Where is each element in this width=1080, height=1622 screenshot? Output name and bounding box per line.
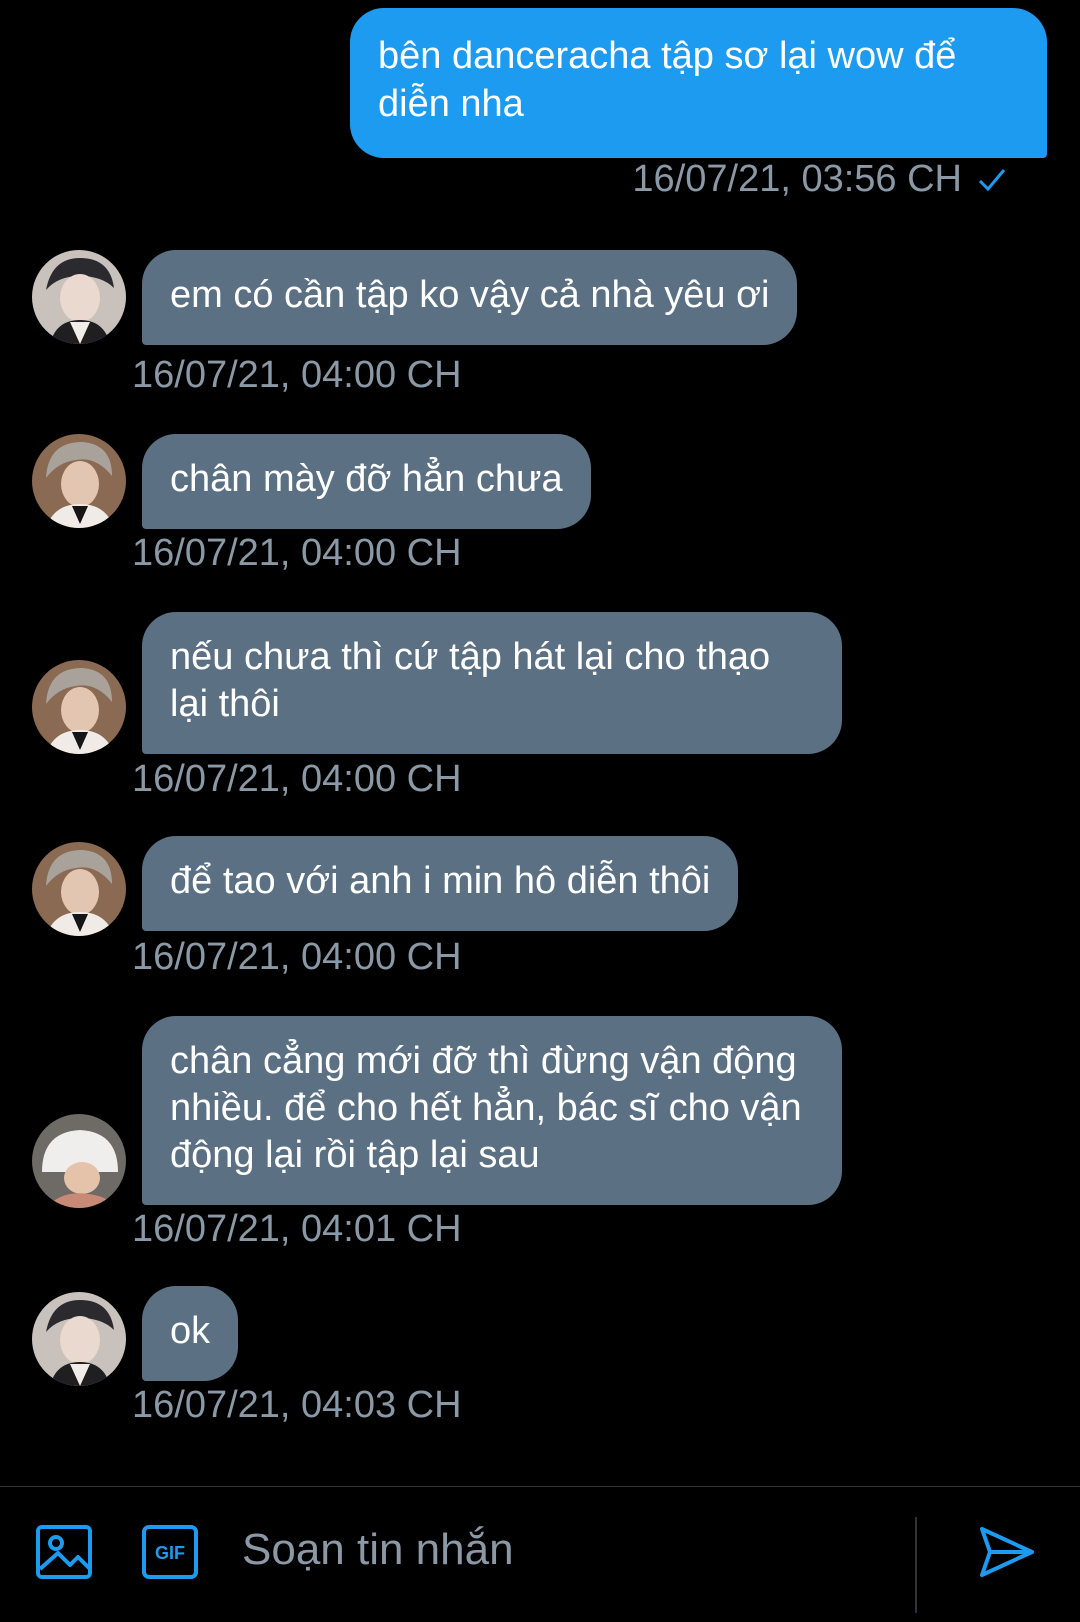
image-icon[interactable] <box>34 1521 96 1583</box>
incoming-bubble[interactable]: ok <box>142 1286 239 1381</box>
dm-conversation-screen: bên danceracha tập sơ lại wow để diễn nh… <box>0 0 1080 1622</box>
avatar[interactable] <box>32 434 126 528</box>
message-composer: GIF Soạn tin nhắn <box>0 1486 1080 1622</box>
incoming-bubble[interactable]: em có cần tập ko vậy cả nhà yêu ơi <box>142 250 798 345</box>
avatar[interactable] <box>32 842 126 936</box>
incoming-bubble[interactable]: để tao với anh i min hô diễn thôi <box>142 836 739 931</box>
outgoing-bubble[interactable]: bên danceracha tập sơ lại wow để diễn nh… <box>350 8 1047 158</box>
gif-label: GIF <box>155 1543 185 1563</box>
avatar[interactable] <box>32 1114 126 1208</box>
avatar-image <box>32 434 126 528</box>
message-timestamp: 16/07/21, 04:00 CH <box>132 936 462 978</box>
avatar-image <box>32 1114 126 1208</box>
avatar-image <box>32 1292 126 1386</box>
message-timestamp: 16/07/21, 04:03 CH <box>132 1384 462 1426</box>
avatar[interactable] <box>32 1292 126 1386</box>
avatar[interactable] <box>32 250 126 344</box>
message-timestamp: 16/07/21, 04:01 CH <box>132 1208 462 1250</box>
incoming-bubble[interactable]: chân mày đỡ hẳn chưa <box>142 434 591 529</box>
incoming-bubble[interactable]: nếu chưa thì cứ tập hát lại cho thạo lại… <box>142 612 842 754</box>
gif-icon[interactable]: GIF <box>140 1521 202 1583</box>
outgoing-meta: 16/07/21, 03:56 CH <box>632 158 1008 201</box>
incoming-bubble[interactable]: chân cẳng mới đỡ thì đừng vận động nhiều… <box>142 1016 842 1205</box>
send-icon[interactable] <box>976 1521 1038 1583</box>
message-timestamp: 16/07/21, 04:00 CH <box>132 758 462 800</box>
message-timestamp: 16/07/21, 04:00 CH <box>132 532 462 574</box>
message-timestamp: 16/07/21, 03:56 CH <box>632 158 962 200</box>
avatar-image <box>32 842 126 936</box>
message-timestamp: 16/07/21, 04:00 CH <box>132 354 462 396</box>
outgoing-message: bên danceracha tập sơ lại wow để diễn nh… <box>350 8 1047 158</box>
composer-divider <box>915 1517 917 1613</box>
message-input[interactable]: Soạn tin nhắn <box>242 1525 514 1575</box>
avatar-image <box>32 660 126 754</box>
sent-check-icon <box>978 168 1006 191</box>
avatar-image <box>32 250 126 344</box>
avatar[interactable] <box>32 660 126 754</box>
